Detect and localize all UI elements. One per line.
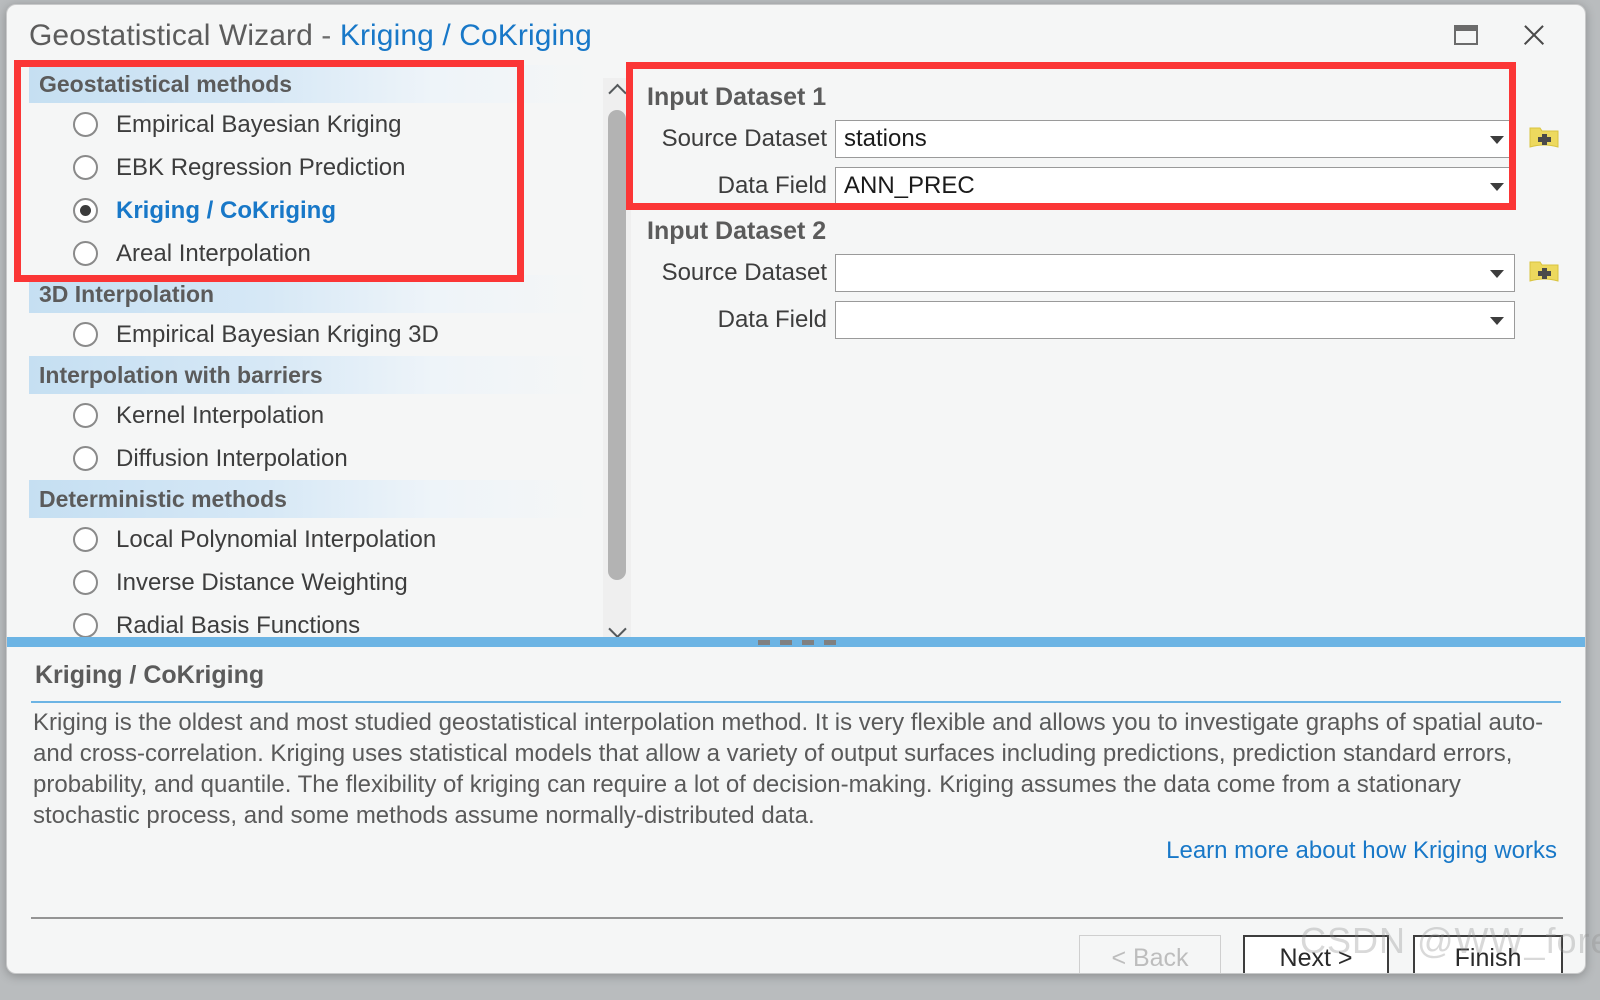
chevron-down-icon [1490,136,1504,144]
screen: Geostatistical Wizard - Kriging / CoKrig… [0,0,1600,1000]
method-option[interactable]: Diffusion Interpolation [29,437,591,480]
wizard-body: Geostatistical methods Empirical Bayesian… [7,65,1585,643]
method-description-panel: Kriging / CoKriging Kriging is the oldes… [7,647,1585,919]
input-datasets-panel: Input Dataset 1 Source Dataset stations … [639,65,1585,643]
method-option[interactable]: Inverse Distance Weighting [29,561,591,604]
window-title-accent: Kriging / CoKriging [339,19,592,52]
methods-group-header: Interpolation with barriers [29,356,591,394]
method-option-label: Inverse Distance Weighting [116,568,408,596]
chevron-down-icon [1490,183,1504,191]
method-option-label: Local Polynomial Interpolation [116,525,437,553]
method-option-label: Empirical Bayesian Kriging 3D [116,320,439,348]
methods-scrollbar[interactable] [603,78,631,643]
radio-unselected-icon[interactable] [73,241,98,266]
method-option-label: Empirical Bayesian Kriging [116,110,402,138]
method-option-label: Kriging / CoKriging [116,196,336,224]
method-option[interactable]: Empirical Bayesian Kriging 3D [29,313,591,356]
method-option-label: Areal Interpolation [116,239,311,267]
add-dataset-icon [1529,261,1559,282]
scrollbar-thumb[interactable] [608,110,626,580]
geostatistical-wizard-dialog: Geostatistical Wizard - Kriging / CoKrig… [6,4,1586,974]
back-button[interactable]: < Back [1079,935,1221,973]
finish-button[interactable]: Finish [1413,935,1563,973]
dataset1-source-value: stations [844,125,927,152]
input-dataset-1-title: Input Dataset 1 [647,83,827,111]
dataset1-field-combobox[interactable]: ANN_PREC [835,167,1515,205]
dataset1-source-label: Source Dataset [661,125,827,152]
splitter-dot [802,640,814,645]
dataset2-add-button[interactable] [1529,257,1559,285]
dataset1-add-button[interactable] [1529,123,1559,151]
title-bar: Geostatistical Wizard - Kriging / CoKrig… [7,5,1585,65]
method-option-label: Diffusion Interpolation [116,444,348,472]
radio-unselected-icon[interactable] [73,403,98,428]
chevron-up-icon [607,83,627,102]
splitter-dot [758,640,770,645]
radio-unselected-icon[interactable] [73,613,98,638]
description-title: Kriging / CoKriging [35,661,265,689]
chevron-down-icon [1490,317,1504,325]
methods-group-label: 3D Interpolation [39,280,215,307]
splitter-dot [824,640,836,645]
method-option-label: EBK Regression Prediction [116,153,406,181]
dataset1-field-label: Data Field [717,172,827,199]
scroll-up-button[interactable] [603,78,631,104]
learn-more-link[interactable]: Learn more about how Kriging works [1166,837,1557,865]
methods-group-label: Interpolation with barriers [39,361,323,388]
radio-unselected-icon[interactable] [73,112,98,137]
method-option-label: Radial Basis Functions [116,611,361,639]
horizontal-splitter[interactable] [7,637,1585,647]
dataset2-source-combobox[interactable] [835,254,1515,292]
chevron-down-icon [1490,270,1504,278]
next-button[interactable]: Next > [1243,935,1389,973]
radio-unselected-icon[interactable] [73,570,98,595]
dataset2-source-label: Source Dataset [661,259,827,286]
method-option[interactable]: EBK Regression Prediction [29,146,591,189]
method-option[interactable]: Local Polynomial Interpolation [29,518,591,561]
methods-group-header: Deterministic methods [29,480,591,518]
methods-group-label: Deterministic methods [39,485,287,512]
dataset2-field-combobox[interactable] [835,301,1515,339]
radio-unselected-icon[interactable] [73,322,98,347]
geostatistical-methods-list[interactable]: Geostatistical methods Empirical Bayesian… [29,65,591,643]
method-option[interactable]: Empirical Bayesian Kriging [29,103,591,146]
methods-group-header: 3D Interpolation [29,275,591,313]
methods-group-label: Geostatistical methods [39,70,293,97]
window-title-main: Geostatistical Wizard [29,19,313,52]
methods-group-header: Geostatistical methods [29,65,591,103]
input-dataset-2-title: Input Dataset 2 [647,217,827,245]
method-option[interactable]: Kernel Interpolation [29,394,591,437]
radio-selected-icon[interactable] [73,198,98,223]
method-option-label: Kernel Interpolation [116,401,325,429]
description-body: Kriging is the oldest and most studied g… [33,709,1544,829]
dataset1-source-combobox[interactable]: stations [835,120,1515,158]
radio-unselected-icon[interactable] [73,155,98,180]
window-title: Geostatistical Wizard - Kriging / CoKrig… [29,19,592,53]
maximize-icon [1454,25,1478,45]
dataset2-field-label: Data Field [717,306,827,333]
radio-unselected-icon[interactable] [73,527,98,552]
add-dataset-icon [1529,127,1559,148]
close-button[interactable] [1511,13,1557,57]
method-option[interactable]: Kriging / CoKriging [29,189,591,232]
description-divider [31,701,1561,703]
radio-unselected-icon[interactable] [73,446,98,471]
close-icon [1521,22,1547,48]
method-option[interactable]: Areal Interpolation [29,232,591,275]
splitter-dot [780,640,792,645]
splitter-grip [758,640,836,645]
footer-divider [31,917,1563,919]
dataset1-field-value: ANN_PREC [844,172,975,199]
window-title-separator: - [321,19,332,52]
maximize-button[interactable] [1443,13,1489,57]
chevron-down-icon [607,619,627,638]
